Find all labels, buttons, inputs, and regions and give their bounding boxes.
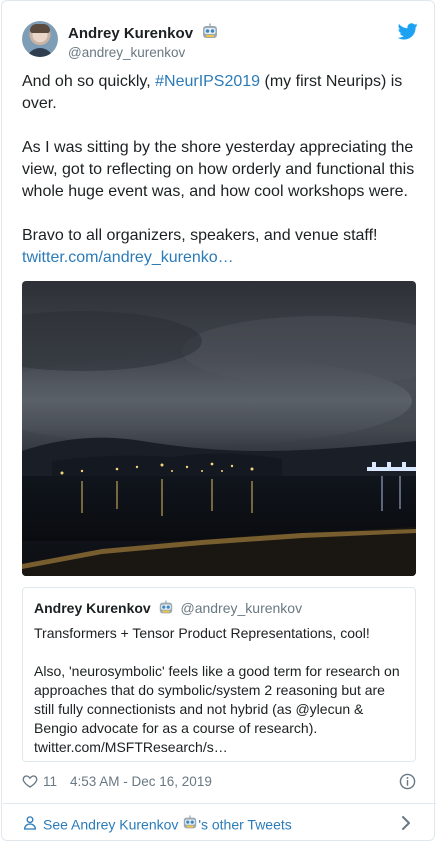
chevron-right-icon[interactable] — [400, 815, 412, 831]
tweet-paragraph-bravo: Bravo to all organizers, speakers, and v… — [22, 227, 378, 244]
quoted-paragraph-long: Also, 'neurosymbolic' feels like a good … — [34, 663, 400, 736]
like-count[interactable]: 11 — [43, 774, 57, 789]
robot-emoji-icon — [159, 600, 172, 614]
twitter-bird-icon[interactable] — [398, 23, 418, 40]
quoted-author-name: Andrey Kurenkov — [34, 600, 151, 616]
tweet-text-intro: And oh so quickly, — [22, 73, 156, 90]
see-other-tweets-label[interactable]: See Andrey Kurenkov 's other Tweets — [43, 815, 292, 832]
quoted-tweet-header: Andrey Kurenkov @andrey_kurenkov — [34, 600, 302, 616]
tweet-paragraph: As I was sitting by the shore yesterday … — [22, 139, 415, 200]
robot-emoji-icon — [184, 815, 197, 829]
tweet-header: Andrey Kurenkov @andrey_kurenkov — [22, 17, 418, 61]
footer-text-post: 's other Tweets — [198, 816, 292, 833]
tweet-text: And oh so quickly, #NeurIPS2019 (my firs… — [22, 71, 422, 269]
hashtag-link[interactable]: #NeurIPS2019 — [155, 73, 260, 90]
quoted-link: twitter.com/MSFTResearch/s… — [34, 739, 228, 755]
tweet-photo[interactable] — [22, 281, 416, 576]
quoted-paragraph: Transformers + Tensor Product Representa… — [34, 625, 370, 641]
quoted-author-handle: @andrey_kurenkov — [180, 600, 303, 616]
person-icon — [23, 816, 37, 830]
robot-emoji-icon — [202, 23, 217, 38]
tweet-meta: 11 4:53 AM - Dec 16, 2019 — [22, 772, 416, 792]
heart-icon[interactable] — [22, 773, 38, 789]
author-handle[interactable]: @andrey_kurenkov — [68, 45, 219, 60]
quoted-tweet-text: Transformers + Tensor Product Representa… — [34, 624, 406, 757]
embedded-tweet-card: Andrey Kurenkov @andrey_kurenkov And oh … — [1, 0, 436, 841]
footer-divider — [3, 803, 436, 804]
author-block[interactable]: Andrey Kurenkov @andrey_kurenkov — [68, 23, 219, 60]
see-other-tweets-link[interactable]: See Andrey Kurenkov 's other Tweets — [22, 813, 416, 835]
avatar[interactable] — [22, 21, 58, 57]
tweet-link[interactable]: twitter.com/andrey_kurenko… — [22, 249, 234, 266]
info-icon[interactable] — [399, 773, 416, 790]
footer-text-pre: See Andrey Kurenkov — [43, 816, 183, 833]
timestamp-link[interactable]: 4:53 AM - Dec 16, 2019 — [70, 774, 212, 789]
author-name[interactable]: Andrey Kurenkov — [68, 25, 193, 42]
quoted-tweet[interactable]: Andrey Kurenkov @andrey_kurenkov Transfo… — [22, 587, 416, 762]
